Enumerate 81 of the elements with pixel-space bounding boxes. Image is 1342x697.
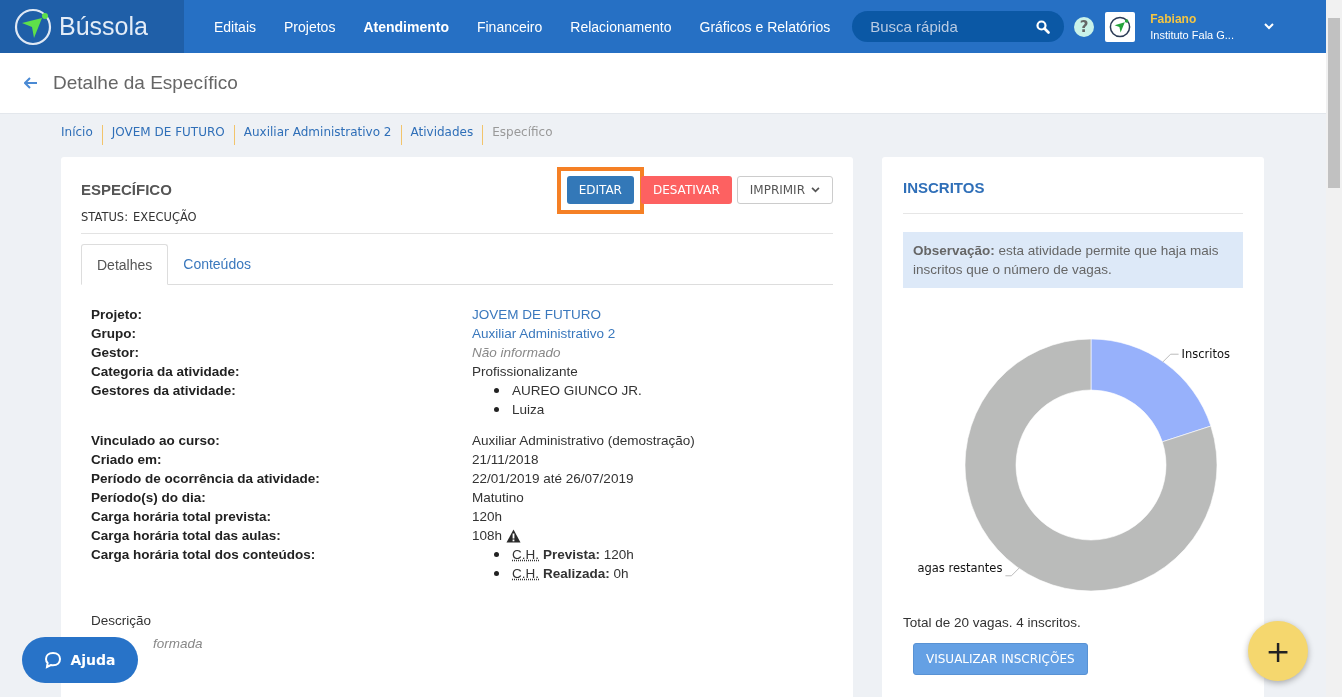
dropdown-button[interactable]: IMPRIMIR xyxy=(736,176,833,204)
slice-label: agas restantes xyxy=(917,560,1020,577)
field-value: Matutino xyxy=(472,490,524,505)
search-icon[interactable] xyxy=(1036,19,1051,34)
activity-title: ESPECÍFICO xyxy=(81,181,173,198)
breadcrumb-link[interactable]: Atividades xyxy=(410,125,484,145)
page-title: Detalhe da Específico xyxy=(53,72,238,94)
list-item: Prevista: 120h xyxy=(543,546,634,564)
compass-logo-icon xyxy=(13,6,53,47)
slice-label: Inscritos xyxy=(1181,347,1231,362)
breadcrumb-link[interactable]: Auxiliar Administrativo 2 xyxy=(243,125,402,145)
field-label: Projeto: xyxy=(91,306,143,324)
slice-label: agas restantes xyxy=(917,560,1003,575)
slice-label: Inscritos xyxy=(1162,347,1231,363)
breadcrumb-link[interactable]: Específico xyxy=(492,125,562,145)
logo-text: Bússola xyxy=(59,12,148,41)
list-item: Realizada: 0h xyxy=(543,565,629,583)
add-button[interactable]: + xyxy=(1248,621,1308,681)
list-item: Luiza xyxy=(512,401,545,419)
tab[interactable]: Conteúdos xyxy=(168,244,266,284)
field-value: 21/11/2018 xyxy=(472,452,539,467)
help-chat-button[interactable]: Ajuda xyxy=(22,637,138,683)
field-value: 22/01/2019 até 26/07/2019 xyxy=(472,471,634,486)
field-label: Criado em: xyxy=(91,451,163,469)
nav-link[interactable]: Financeiro xyxy=(476,18,543,35)
search-field[interactable]: Busca rápida xyxy=(868,17,1037,36)
field-label: Vinculado ao curso: xyxy=(91,432,221,450)
field-label: Carga horária total das aulas: xyxy=(91,527,282,545)
list-item: AUREO GIUNCO JR. xyxy=(512,382,642,400)
view-enrollments-button[interactable]: VISUALIZAR INSCRIÇÕES xyxy=(913,643,1088,675)
action-button[interactable]: EDITAR xyxy=(566,176,634,204)
field-link[interactable]: Auxiliar Administrativo 2 xyxy=(472,326,616,341)
description-value: formada xyxy=(153,636,203,651)
field-label: Gestores da atividade: xyxy=(91,382,237,400)
bullet-icon xyxy=(494,407,499,412)
user-name[interactable]: Fabiano xyxy=(1150,12,1263,26)
field-link[interactable]: JOVEM DE FUTURO xyxy=(472,307,601,322)
description-label: Descrição xyxy=(91,613,153,628)
compass-logo-icon xyxy=(1108,14,1133,39)
status-label: STATUS: xyxy=(81,210,129,224)
organization-avatar[interactable] xyxy=(1105,11,1136,42)
search-field[interactable]: Busca rápida xyxy=(852,11,1065,42)
card-title: INSCRITOS xyxy=(903,179,1243,214)
scrollbar[interactable] xyxy=(1326,0,1342,697)
abbreviation[interactable]: C.H. xyxy=(512,545,539,564)
field-label: Carga horária total prevista: xyxy=(91,508,273,526)
chat-bubble-icon xyxy=(44,651,63,669)
tab[interactable]: Detalhes xyxy=(81,244,169,285)
field-value: Auxiliar Administrativo (demostração) xyxy=(472,433,695,448)
bullet-icon xyxy=(494,571,499,576)
field-label: Período de ocorrência da atividade: xyxy=(91,470,321,488)
nav-link[interactable]: Gráficos e Relatórios xyxy=(699,18,831,35)
scrollbar-thumb[interactable] xyxy=(1328,18,1340,188)
field-label: Carga horária total dos conteúdos: xyxy=(91,546,317,564)
nav-link[interactable]: Atendimento xyxy=(363,18,449,35)
field-label: Gestor: xyxy=(91,344,140,362)
breadcrumb-link[interactable]: Início xyxy=(61,125,103,145)
warning-icon xyxy=(506,528,522,543)
field-value: 120h xyxy=(472,509,503,524)
enrollment-summary: Total de 20 vagas. 4 inscritos. xyxy=(903,615,1082,630)
nav-link[interactable]: Relacionamento xyxy=(570,18,672,35)
field-label: Categoria da atividade: xyxy=(91,363,241,381)
organization-name[interactable]: Instituto Fala G... xyxy=(1150,29,1263,41)
back-arrow-icon[interactable] xyxy=(24,77,38,89)
nav-link[interactable]: Editais xyxy=(214,18,257,35)
chevron-down-icon[interactable] xyxy=(1264,23,1275,30)
chevron-down-icon xyxy=(811,187,820,193)
field-value: Não informado xyxy=(472,345,561,360)
abbreviation[interactable]: C.H. xyxy=(512,564,539,583)
nav-link[interactable]: Projetos xyxy=(284,18,336,35)
status-value: EXECUÇÃO xyxy=(133,210,197,224)
bullet-icon xyxy=(494,388,499,393)
field-label: Grupo: xyxy=(91,325,137,343)
help-button[interactable]: ? xyxy=(1074,16,1095,37)
bullet-icon xyxy=(494,552,499,557)
field-value: 108h xyxy=(472,527,503,545)
field-label: Período(s) do dia: xyxy=(91,489,207,507)
action-button[interactable]: DESATIVAR xyxy=(640,176,732,204)
field-value: Profissionalizante xyxy=(472,364,578,379)
note-text: Observação: esta atividade permite que haja mais inscritos que o número de vagas. xyxy=(913,243,1219,277)
breadcrumb-link[interactable]: JOVEM DE FUTURO xyxy=(111,125,235,145)
